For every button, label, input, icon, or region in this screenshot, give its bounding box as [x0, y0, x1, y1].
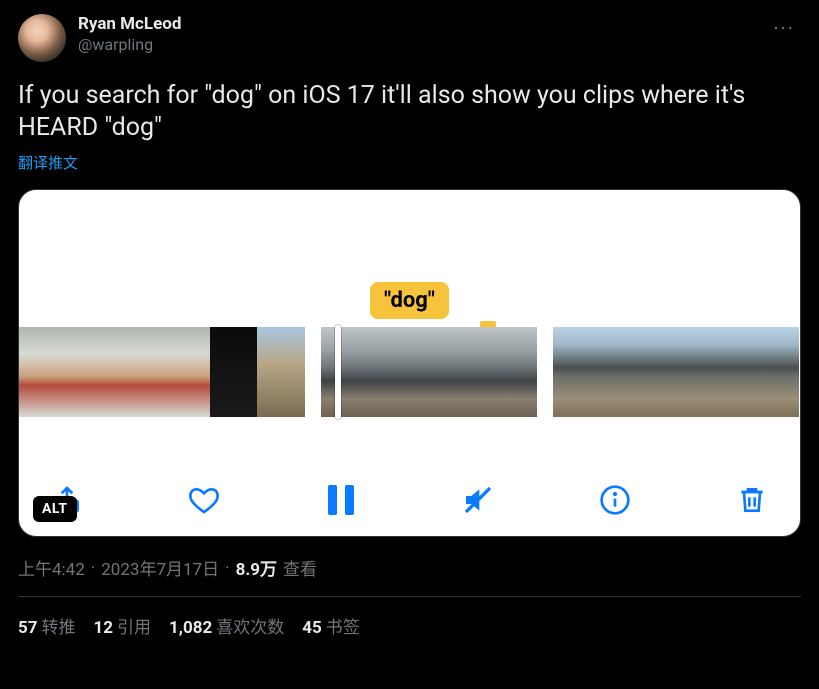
tweet-header: Ryan McLeod @warpling ···: [18, 14, 801, 62]
likes-stat[interactable]: 1,082喜欢次数: [169, 613, 284, 638]
retweets-label: 转推: [42, 618, 76, 638]
bookmarks-count: 45: [302, 618, 322, 638]
retweets-count: 57: [18, 618, 38, 638]
info-icon[interactable]: [597, 482, 633, 518]
meta-dot: ·: [225, 558, 229, 578]
bookmarks-stat[interactable]: 45书签: [302, 613, 360, 638]
clip-thumb: [321, 327, 375, 417]
views-count: 8.9万: [236, 555, 277, 580]
tweet-container: Ryan McLeod @warpling ··· If you search …: [0, 0, 819, 638]
clip-group-2[interactable]: [321, 327, 537, 417]
media-toolbar: [19, 458, 800, 536]
trash-icon[interactable]: [734, 482, 770, 518]
clip-thumb: [594, 327, 635, 417]
clip-thumb: [67, 327, 115, 417]
clip-thumb: [553, 327, 594, 417]
clip-thumb: [635, 327, 676, 417]
clip-thumb: [257, 327, 305, 417]
translate-link[interactable]: 翻译推文: [18, 152, 801, 173]
quotes-label: 引用: [117, 618, 151, 638]
tweet-text: If you search for "dog" on iOS 17 it'll …: [18, 80, 801, 144]
clip-thumb: [676, 327, 717, 417]
divider: [18, 596, 801, 597]
quotes-count: 12: [94, 618, 114, 638]
clip-thumb: [19, 327, 67, 417]
clip-group-1[interactable]: [19, 327, 305, 417]
playhead[interactable]: [335, 325, 341, 419]
quotes-stat[interactable]: 12引用: [94, 613, 152, 638]
clip-thumb: [210, 327, 258, 417]
clip-thumb: [758, 327, 799, 417]
retweets-stat[interactable]: 57转推: [18, 613, 76, 638]
bookmarks-label: 书签: [326, 618, 360, 638]
author-handle: @warpling: [78, 35, 181, 55]
author-name: Ryan McLeod: [78, 14, 181, 35]
views-label: 查看: [283, 555, 317, 580]
clip-group-3[interactable]: [553, 327, 799, 417]
heart-icon[interactable]: [186, 482, 222, 518]
caption-badge: "dog": [370, 282, 449, 319]
tweet-date[interactable]: 2023年7月17日: [101, 555, 219, 580]
media-card[interactable]: "dog": [18, 189, 801, 537]
clip-thumb: [483, 327, 537, 417]
more-icon[interactable]: ···: [767, 14, 801, 42]
caption-row: "dog": [19, 282, 800, 327]
tweet-time[interactable]: 上午4:42: [18, 555, 85, 580]
clip-thumb: [114, 327, 162, 417]
video-timeline[interactable]: [19, 327, 800, 417]
clip-thumb: [375, 327, 429, 417]
tweet-stats: 57转推 12引用 1,082喜欢次数 45书签: [18, 613, 801, 638]
likes-label: 喜欢次数: [216, 618, 284, 638]
clip-thumb: [717, 327, 758, 417]
clip-thumb: [429, 327, 483, 417]
mute-icon[interactable]: [460, 482, 496, 518]
author-block[interactable]: Ryan McLeod @warpling: [78, 14, 181, 55]
media-card-top: [19, 190, 800, 282]
avatar[interactable]: [18, 14, 66, 62]
likes-count: 1,082: [169, 618, 212, 638]
tweet-meta: 上午4:42 · 2023年7月17日 · 8.9万 查看: [18, 555, 801, 580]
alt-badge[interactable]: ALT: [33, 496, 77, 522]
pause-icon[interactable]: [323, 482, 359, 518]
meta-dot: ·: [91, 558, 95, 578]
clip-thumb: [162, 327, 210, 417]
